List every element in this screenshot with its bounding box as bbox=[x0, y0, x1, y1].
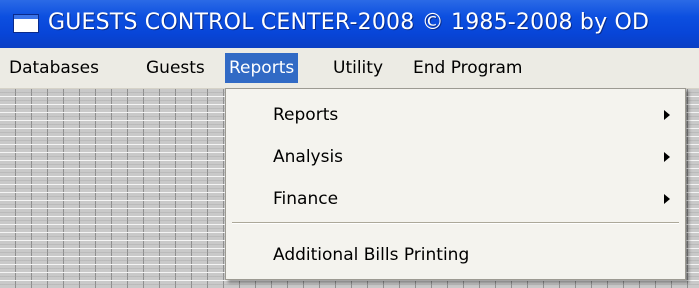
submenu-arrow-icon bbox=[664, 110, 670, 120]
submenu-arrow-icon bbox=[664, 152, 670, 162]
menu-utility[interactable]: Utility bbox=[333, 53, 383, 83]
menuitem-reports[interactable]: Reports bbox=[227, 100, 684, 130]
menuitem-analysis-label: Analysis bbox=[273, 147, 344, 167]
title-bar: GUESTS CONTROL CENTER-2008 © 1985-2008 b… bbox=[0, 0, 699, 48]
menu-bar: Databases Guests Reports Utility End Pro… bbox=[0, 48, 699, 89]
app-window-icon[interactable] bbox=[13, 14, 39, 33]
menu-reports[interactable]: Reports bbox=[225, 53, 299, 83]
menuitem-analysis[interactable]: Analysis bbox=[227, 142, 684, 172]
menuitem-finance-label: Finance bbox=[273, 189, 339, 209]
menuitem-reports-label: Reports bbox=[273, 105, 339, 125]
menu-databases[interactable]: Databases bbox=[9, 53, 99, 83]
window-title: GUESTS CONTROL CENTER-2008 © 1985-2008 b… bbox=[48, 10, 650, 35]
menuitem-additional-bills-printing[interactable]: Additional Bills Printing bbox=[227, 240, 684, 270]
menuitem-finance[interactable]: Finance bbox=[227, 184, 684, 214]
menu-guests[interactable]: Guests bbox=[146, 53, 205, 83]
menuitem-additional-bills-printing-label: Additional Bills Printing bbox=[273, 245, 470, 265]
reports-dropdown-menu: Reports Analysis Finance Additional Bill… bbox=[225, 88, 686, 280]
menu-end-program[interactable]: End Program bbox=[413, 53, 522, 83]
submenu-arrow-icon bbox=[664, 194, 670, 204]
menu-separator bbox=[232, 222, 679, 224]
